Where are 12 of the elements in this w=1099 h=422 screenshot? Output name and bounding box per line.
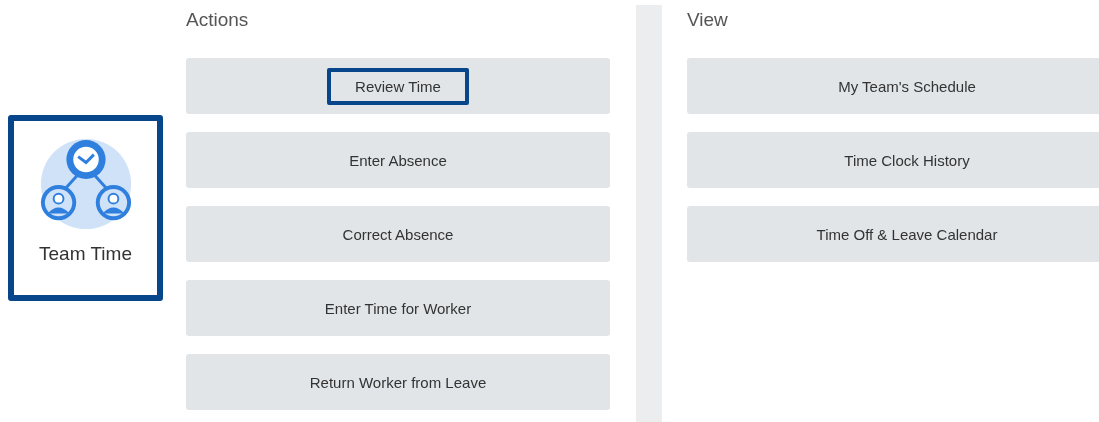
action-button[interactable]: Enter Absence — [186, 132, 610, 188]
action-button[interactable]: Return Worker from Leave — [186, 354, 610, 410]
action-button[interactable]: Review Time — [186, 58, 610, 114]
action-button[interactable]: Time Off & Leave Calendar — [687, 206, 1099, 262]
action-button[interactable]: Time Clock History — [687, 132, 1099, 188]
tile-label: Team Time — [39, 243, 132, 265]
action-button[interactable]: My Team's Schedule — [687, 58, 1099, 114]
action-button[interactable]: Correct Absence — [186, 206, 610, 262]
column-heading: Actions — [186, 8, 250, 31]
column-heading: View — [687, 8, 729, 31]
team-time-tile[interactable]: Team Time — [8, 115, 163, 301]
action-button[interactable]: Enter Time for Worker — [186, 280, 610, 336]
